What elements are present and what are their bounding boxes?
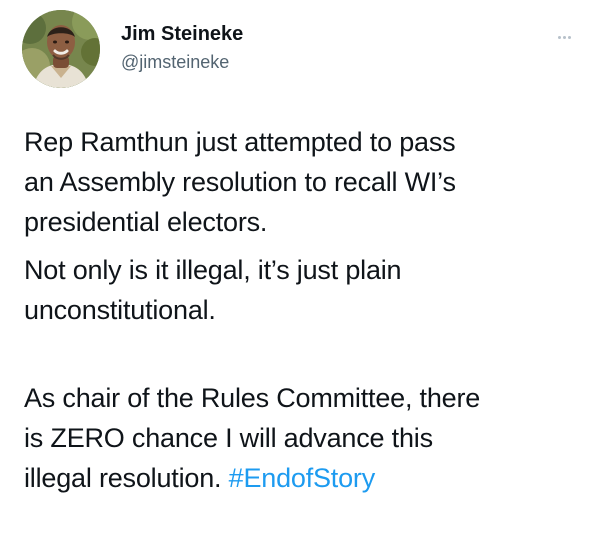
tweet-card: Jim Steineke @jimsteineke Rep Ramthun ju… bbox=[0, 0, 591, 541]
more-dot bbox=[562, 35, 566, 39]
more-dot bbox=[557, 35, 561, 39]
tweet-text: Rep Ramthun just attempted to pass an As… bbox=[24, 122, 572, 498]
more-options-icon bbox=[557, 35, 571, 39]
display-name[interactable]: Jim Steineke bbox=[121, 22, 243, 46]
hashtag-link[interactable]: #EndofStory bbox=[229, 463, 376, 493]
user-handle[interactable]: @jimsteineke bbox=[121, 51, 243, 73]
avatar[interactable] bbox=[22, 10, 100, 88]
more-dot bbox=[567, 35, 571, 39]
more-options-button[interactable] bbox=[550, 28, 578, 46]
tweet-paragraph-1: Rep Ramthun just attempted to pass an As… bbox=[24, 127, 456, 237]
author-info: Jim Steineke @jimsteineke bbox=[121, 22, 243, 73]
tweet-paragraph-3: As chair of the Rules Committee, there i… bbox=[24, 338, 572, 498]
tweet-paragraph-2: Not only is it illegal, it’s just plain … bbox=[24, 255, 402, 325]
tweet-header: Jim Steineke @jimsteineke bbox=[22, 10, 582, 90]
profile-photo-icon bbox=[22, 10, 100, 88]
